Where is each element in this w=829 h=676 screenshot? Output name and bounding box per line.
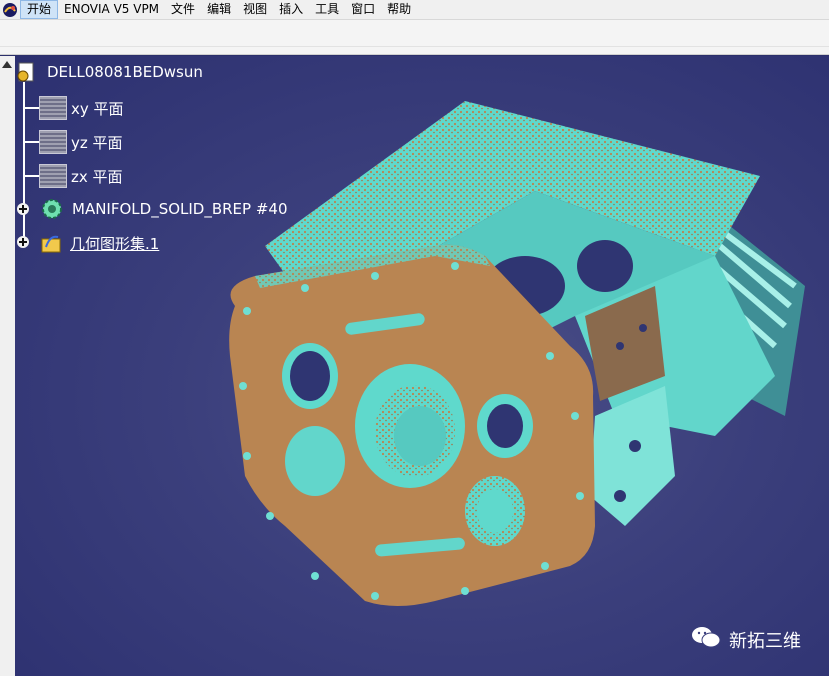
scroll-up-arrow-icon[interactable] xyxy=(2,61,12,68)
tree-item-xy-plane[interactable]: xy 平面 xyxy=(71,98,124,119)
catia-logo-icon[interactable] xyxy=(2,2,18,18)
menu-edit[interactable]: 编辑 xyxy=(201,0,237,19)
geometric-set-icon[interactable] xyxy=(40,231,64,259)
wechat-icon xyxy=(691,625,721,654)
menu-start[interactable]: 开始 xyxy=(20,0,59,19)
tree-branch-line xyxy=(24,175,40,177)
expand-plus-icon[interactable] xyxy=(17,203,29,215)
menu-enovia[interactable]: ENOVIA V5 VPM xyxy=(58,0,165,19)
tree-root-icon[interactable] xyxy=(16,62,38,88)
expand-plus-icon[interactable] xyxy=(17,236,29,248)
tree-scrollbar[interactable] xyxy=(0,56,16,676)
menu-bar: 开始 ENOVIA V5 VPM 文件 编辑 视图 插入 工具 窗口 帮助 xyxy=(0,0,829,20)
tree-branch-line xyxy=(24,141,40,143)
plane-icon[interactable] xyxy=(39,96,67,120)
solid-body-gear-icon[interactable] xyxy=(40,197,64,225)
plane-icon[interactable] xyxy=(39,130,67,154)
menu-file[interactable]: 文件 xyxy=(165,0,201,19)
tree-item-yz-plane[interactable]: yz 平面 xyxy=(71,132,123,153)
tree-item-zx-plane[interactable]: zx 平面 xyxy=(71,166,123,187)
tree-item-geometric-set[interactable]: 几何图形集.1 xyxy=(70,233,159,254)
gearbox-housing-model[interactable] xyxy=(15,56,829,676)
tree-branch-line xyxy=(24,107,40,109)
watermark-text: 新拓三维 xyxy=(729,630,801,652)
tree-item-manifold-solid[interactable]: MANIFOLD_SOLID_BREP #40 xyxy=(72,200,288,218)
menu-help[interactable]: 帮助 xyxy=(381,0,417,19)
toolbar xyxy=(0,20,829,55)
plane-icon[interactable] xyxy=(39,164,67,188)
watermark: 新拓三维 xyxy=(691,625,801,654)
tree-root-label[interactable]: DELL08081BEDwsun xyxy=(47,63,203,81)
menu-tools[interactable]: 工具 xyxy=(309,0,345,19)
menu-view[interactable]: 视图 xyxy=(237,0,273,19)
menu-window[interactable]: 窗口 xyxy=(345,0,381,19)
3d-viewport[interactable] xyxy=(15,56,829,676)
menu-insert[interactable]: 插入 xyxy=(273,0,309,19)
